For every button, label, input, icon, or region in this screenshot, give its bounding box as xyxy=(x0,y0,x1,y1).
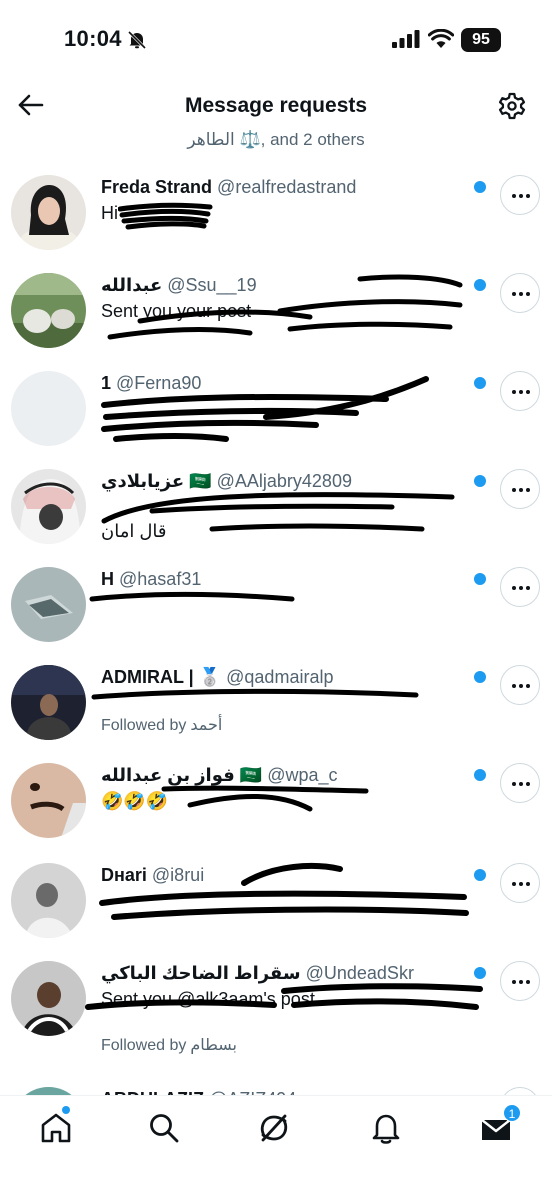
sender-name: ADMIRAL | 🥈 xyxy=(101,667,222,687)
page-title: Message requests xyxy=(184,94,368,117)
home-notification-dot xyxy=(62,1106,70,1114)
redaction-scribble xyxy=(89,592,295,602)
avatar xyxy=(11,961,86,1036)
unread-dot xyxy=(474,377,486,389)
sender-handle: @i8rui xyxy=(151,865,205,885)
message-request-row[interactable]: سقراط الضاحك الباكي @UndeadSkr Sent you … xyxy=(0,951,552,1077)
avatar xyxy=(11,371,86,446)
status-time: 10:04 xyxy=(64,26,122,51)
followed-by-label: Followed by xyxy=(101,1037,187,1054)
followed-by-name: بسطام xyxy=(190,1037,238,1054)
avatar xyxy=(11,665,86,740)
messages-badge: 1 xyxy=(503,1104,521,1122)
avatar xyxy=(11,763,86,838)
more-options-button[interactable] xyxy=(500,567,540,607)
unread-dot xyxy=(474,279,486,291)
unread-dot xyxy=(474,573,486,585)
message-preview: 🤣🤣🤣 xyxy=(101,791,169,811)
header: Message requests xyxy=(0,80,552,132)
sender-name-line: سقراط الضاحك الباكي @UndeadSkr xyxy=(101,962,471,984)
more-options-button[interactable] xyxy=(500,273,540,313)
unread-dot xyxy=(474,967,486,979)
more-options-button[interactable] xyxy=(500,469,540,509)
more-options-button[interactable] xyxy=(500,175,540,215)
avatar xyxy=(11,863,86,938)
search-icon[interactable] xyxy=(146,1110,182,1146)
sender-name: H xyxy=(101,569,114,589)
notifications-icon[interactable] xyxy=(368,1110,404,1146)
message-request-row[interactable]: عبدالله @Ssu__19 Sent you your post xyxy=(0,263,552,361)
sender-name: 1 xyxy=(101,373,112,393)
sender-name: عبدالله xyxy=(101,275,163,295)
sender-name: Dнari xyxy=(101,865,147,885)
sender-handle: @qadmairalp xyxy=(226,667,334,687)
followed-by-name: أحمد xyxy=(190,717,223,734)
message-request-row[interactable]: Freda Strand @realfredastrand Hi xyxy=(0,165,552,263)
bottom-tab-bar: 1 xyxy=(0,1095,552,1200)
sender-handle: @realfredastrand xyxy=(217,177,357,197)
message-preview: Sent you your post xyxy=(101,301,252,321)
sender-name: عزيابلادي 🇸🇦 xyxy=(101,471,212,491)
sender-handle: @UndeadSkr xyxy=(305,963,414,983)
message-request-row[interactable]: 1 @Ferna90 xyxy=(0,361,552,459)
message-requests-list: Freda Strand @realfredastrand Hi عبدالله… xyxy=(0,165,552,1175)
avatar xyxy=(11,567,86,642)
sender-name: فواز بن عبدالله 🇸🇦 xyxy=(101,765,263,785)
sender-name-line: Dнari @i8rui xyxy=(101,864,471,886)
cellular-signal-icon xyxy=(392,30,420,48)
sender-name: سقراط الضاحك الباكي xyxy=(101,963,301,983)
more-options-button[interactable] xyxy=(500,961,540,1001)
message-request-row[interactable]: Dнari @i8rui xyxy=(0,853,552,951)
followed-by-text: Followed by بسطام xyxy=(101,1035,237,1055)
sender-name-line: عزيابلادي 🇸🇦 @AAljabry42809 xyxy=(101,470,471,492)
followed-by-label: Followed by xyxy=(101,717,187,734)
more-options-button[interactable] xyxy=(500,665,540,705)
more-options-button[interactable] xyxy=(500,763,540,803)
battery-indicator: 95 xyxy=(461,28,501,52)
bell-off-icon xyxy=(127,30,147,50)
sender-name: Freda Strand xyxy=(101,177,213,197)
message-request-row[interactable]: فواز بن عبدالله 🇸🇦 @wpa_c 🤣🤣🤣 xyxy=(0,753,552,853)
sender-handle: @Ssu__19 xyxy=(167,275,257,295)
gear-icon[interactable] xyxy=(498,92,526,120)
sender-handle: @wpa_c xyxy=(267,765,338,785)
grok-icon[interactable] xyxy=(256,1110,292,1146)
sender-name-line: عبدالله @Ssu__19 xyxy=(101,274,471,296)
sender-name-line: فواز بن عبدالله 🇸🇦 @wpa_c xyxy=(101,764,471,786)
more-options-button[interactable] xyxy=(500,863,540,903)
avatar xyxy=(11,175,86,250)
message-preview: Sent you @alk3aam's post xyxy=(101,989,315,1009)
wifi-icon xyxy=(428,29,454,48)
avatar xyxy=(11,273,86,348)
sender-name-line: H @hasaf31 xyxy=(101,568,471,590)
unread-dot xyxy=(474,869,486,881)
sender-handle: @AAljabry42809 xyxy=(216,471,352,491)
sender-name-line: Freda Strand @realfredastrand xyxy=(101,176,471,198)
message-request-row[interactable]: ADMIRAL | 🥈 @qadmairalp Followed by أحمد xyxy=(0,655,552,753)
message-preview-line: قال امان xyxy=(101,521,167,541)
sender-handle: @Ferna90 xyxy=(116,373,202,393)
unread-dot xyxy=(474,769,486,781)
message-preview: Hi xyxy=(101,203,118,223)
home-icon[interactable] xyxy=(38,1110,74,1146)
message-request-row[interactable]: عزيابلادي 🇸🇦 @AAljabry42809 قال امان xyxy=(0,459,552,557)
status-bar: 10:04 95 xyxy=(0,0,552,80)
unread-dot xyxy=(474,181,486,193)
message-request-row[interactable]: H @hasaf31 xyxy=(0,557,552,655)
sender-name-line: 1 @Ferna90 xyxy=(101,372,471,394)
unread-dot xyxy=(474,671,486,683)
sender-handle: @hasaf31 xyxy=(119,569,202,589)
unread-dot xyxy=(474,475,486,487)
sender-name-line: ADMIRAL | 🥈 @qadmairalp xyxy=(101,666,471,688)
requests-subheader: الطاهر ⚖️, and 2 others xyxy=(187,130,365,149)
avatar xyxy=(11,469,86,544)
followed-by-text: Followed by أحمد xyxy=(101,715,222,735)
message-preview: قال امان xyxy=(101,496,471,546)
more-options-button[interactable] xyxy=(500,371,540,411)
